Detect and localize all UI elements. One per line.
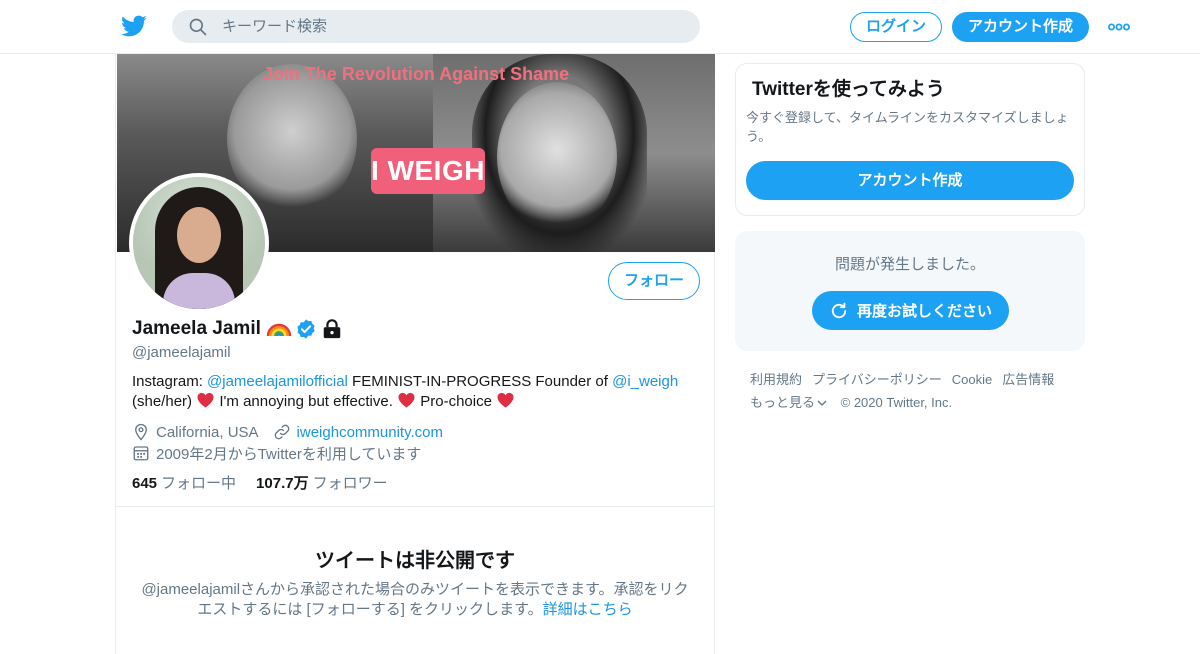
bio-link-iweigh[interactable]: @i_weigh [612,373,678,390]
footer-link-cookie[interactable]: Cookie [952,372,992,387]
profile-joined-date: 2009年2月からTwitterを利用しています [156,445,422,463]
signup-card: Twitterを使ってみよう 今すぐ登録して、タイムラインをカスタマイズしましょ… [735,63,1085,216]
more-options-icon[interactable] [1108,23,1130,31]
footer-link-terms[interactable]: 利用規約 [750,372,802,387]
banner-face-right [497,82,617,232]
red-heart-icon [497,392,514,408]
calendar-icon [133,446,149,461]
divider [116,506,714,507]
avatar[interactable] [129,173,269,313]
banner-headline: Join The Revolution Against Shame [262,64,570,84]
learn-more-link[interactable]: 詳細はこちら [543,601,633,618]
red-heart-icon [398,392,415,408]
profile-handle: @jameelajamil [132,344,231,361]
signup-button[interactable]: アカウント作成 [952,12,1089,42]
location-pin-icon [135,423,147,441]
error-message: 問題が発生しました。 [834,256,985,273]
signup-card-title: Twitterを使ってみよう [752,79,945,100]
twitter-bird-icon[interactable] [120,13,148,39]
banner-badge: I WEIGH [371,148,485,194]
profile-stats: 645 フォロー中 107.7万 フォロワー [132,472,388,493]
profile-meta-row: California, USA iweighcommunity.com [132,422,443,442]
footer-copyright: © 2020 Twitter, Inc. [840,395,953,410]
footer-more-link[interactable]: もっと見る [750,395,827,410]
footer-link-ads[interactable]: 広告情報 [1002,372,1054,387]
retry-button[interactable]: 再度お試しください [812,291,1009,330]
red-heart-icon [197,392,214,408]
footer-link-privacy[interactable]: プライバシーポリシー [812,372,942,387]
search-input[interactable] [222,10,682,43]
search-box[interactable] [172,10,700,43]
name-row: Jameela Jamil [132,316,343,342]
rainbow-icon [266,323,292,337]
chevron-down-icon [817,400,827,406]
verified-badge-icon [297,319,315,339]
signup-card-button[interactable]: アカウント作成 [746,161,1074,200]
followers-stat[interactable]: 107.7万 フォロワー [256,472,388,493]
top-bar: ログイン アカウント作成 [0,0,1200,54]
display-name: Jameela Jamil [132,318,261,339]
profile-joined-row: 2009年2月からTwitterを利用しています [132,443,421,463]
bio-link-instagram[interactable]: @jameelajamilofficial [207,373,348,390]
signup-card-desc: 今すぐ登録して、タイムラインをカスタマイズしましょう。 [746,110,1069,144]
profile-location: California, USA [156,423,259,441]
follow-button[interactable]: フォロー [608,262,700,300]
private-tweets-desc: @jameelajamilさんから承認された場合のみツイートを表示できます。承認… [141,581,689,618]
profile-website-link[interactable]: iweighcommunity.com [297,424,443,441]
retry-label: 再度お試しください [856,303,992,320]
private-tweets-title: ツイートは非公開です [315,550,515,572]
following-stat[interactable]: 645 フォロー中 [132,472,236,493]
refresh-icon [831,302,847,318]
error-card: 問題が発生しました。 再度お試しください [735,231,1085,351]
login-button[interactable]: ログイン [850,12,942,42]
protected-lock-icon [323,319,341,339]
search-icon [189,18,207,36]
footer: 利用規約 プライバシーポリシー Cookie 広告情報 もっと見る © 2020 Tw… [750,368,1080,414]
profile-bio: Instagram: @jameelajamilofficial FEMINIS… [132,373,679,410]
link-icon [274,424,289,440]
profile-column: Join The Revolution Against Shame I WEIG… [115,54,715,654]
